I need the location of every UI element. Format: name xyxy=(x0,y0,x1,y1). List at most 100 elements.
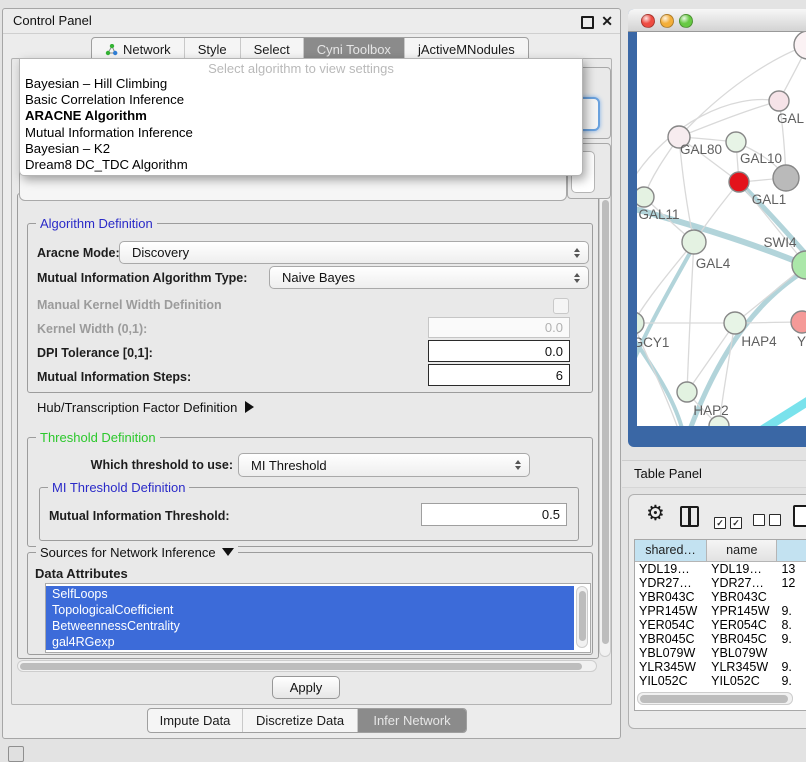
algorithm-option-aracne-algorithm[interactable]: ARACNE Algorithm xyxy=(20,108,582,124)
settings-horizontal-scrollbar[interactable] xyxy=(17,660,597,672)
table-cell: YDL19… xyxy=(635,562,707,576)
attribute-item-topologicalcoefficient[interactable]: TopologicalCoefficient xyxy=(46,602,574,618)
desktop: Control Panel ✕ NetworkStyleSelectCyni T… xyxy=(0,0,806,762)
table-cell: YER054C xyxy=(707,618,777,632)
table-row[interactable]: YLR345WYLR345W9. xyxy=(635,660,806,674)
table-cell: YBR043C xyxy=(707,590,777,604)
table-panel-body: ⚙ ✓✓ shared…name YDL19…YDL19…13YDR27…YDR… xyxy=(628,494,806,729)
stepper-arrows-icon xyxy=(574,248,580,258)
which-threshold-select[interactable]: MI Threshold xyxy=(238,453,530,477)
hub-definition-toggle[interactable]: Hub/Transcription Factor Definition xyxy=(37,400,254,415)
network-node-y[interactable] xyxy=(791,311,806,333)
sources-legend[interactable]: Sources for Network Inference xyxy=(36,545,238,560)
table-rows: YDL19…YDL19…13YDR27…YDR27…12YBR043CYBR04… xyxy=(635,562,806,686)
network-node-gal4[interactable] xyxy=(682,230,706,254)
network-node-hap4[interactable] xyxy=(724,312,746,334)
network-edge[interactable] xyxy=(679,101,779,137)
table-cell: YER054C xyxy=(635,618,707,632)
table-row[interactable]: YPR145WYPR145W9. xyxy=(635,604,806,618)
apply-button[interactable]: Apply xyxy=(272,676,340,699)
settings-vertical-scrollbar[interactable] xyxy=(599,193,611,657)
mi-threshold-legend: MI Threshold Definition xyxy=(48,480,189,495)
table-row[interactable]: YBR045CYBR045C9. xyxy=(635,632,806,646)
split-view-icon[interactable] xyxy=(680,506,699,527)
collapsed-panel-icon[interactable] xyxy=(8,746,24,762)
threshold-definition-legend: Threshold Definition xyxy=(36,430,160,445)
network-node-gal10[interactable] xyxy=(726,132,746,152)
network-edge[interactable] xyxy=(637,242,694,323)
float-icon[interactable] xyxy=(581,16,594,29)
node-table: shared…name YDL19…YDL19…13YDR27…YDR27…12… xyxy=(634,539,806,711)
column-header-3[interactable] xyxy=(777,540,806,561)
mi-type-select[interactable]: Naive Bayes xyxy=(269,266,589,289)
minimize-traffic-light-icon[interactable] xyxy=(660,14,674,28)
deselect-all-icon[interactable] xyxy=(753,513,785,531)
network-node-label: GAL1 xyxy=(752,192,787,207)
tab-impute-data[interactable]: Impute Data xyxy=(148,709,242,732)
table-row[interactable]: YER054CYER054C8. xyxy=(635,618,806,632)
network-node-label: HAP2 xyxy=(693,403,728,418)
attribute-item-selfloops[interactable]: SelfLoops xyxy=(46,586,574,602)
algorithm-option-bayesian-hill-climbing[interactable]: Bayesian – Hill Climbing xyxy=(20,76,582,92)
table-row[interactable]: YDL19…YDL19…13 xyxy=(635,562,806,576)
data-attributes-label: Data Attributes xyxy=(35,566,128,581)
new-column-icon[interactable] xyxy=(793,505,806,527)
network-edge[interactable] xyxy=(637,99,779,182)
close-icon[interactable]: ✕ xyxy=(601,12,613,30)
algorithm-dropdown-placeholder: Select algorithm to view settings xyxy=(20,61,582,76)
table-cell: 8. xyxy=(777,618,806,632)
gear-icon[interactable]: ⚙ xyxy=(646,501,665,526)
close-traffic-light-icon[interactable] xyxy=(641,14,655,28)
column-header-name[interactable]: name xyxy=(707,540,777,561)
which-threshold-label: Which threshold to use: xyxy=(79,458,233,472)
table-cell: YDL19… xyxy=(707,562,777,576)
table-horizontal-scrollbar[interactable] xyxy=(637,692,793,705)
network-node-gal1[interactable] xyxy=(729,172,749,192)
algorithm-option-dream8-dc-tdc-algorithm[interactable]: Dream8 DC_TDC Algorithm xyxy=(20,157,582,173)
network-window-titlebar[interactable] xyxy=(628,9,806,32)
network-node-gal[interactable] xyxy=(769,91,789,111)
network-node-gal11[interactable] xyxy=(637,187,654,207)
network-node-label: GCY1 xyxy=(637,335,669,350)
mi-threshold-label: Mutual Information Threshold: xyxy=(49,509,230,523)
mi-steps-input[interactable]: 6 xyxy=(428,364,570,386)
table-cell: YDR27… xyxy=(635,576,707,590)
network-node-hap2[interactable] xyxy=(677,382,697,402)
table-row[interactable]: YIL052CYIL052C9. xyxy=(635,674,806,686)
table-row[interactable]: YBL079WYBL079W xyxy=(635,646,806,660)
aracne-mode-select[interactable]: Discovery xyxy=(119,241,589,264)
network-node-gcy1[interactable] xyxy=(637,312,644,334)
collapse-arrow-icon xyxy=(222,548,234,556)
table-cell: YBL079W xyxy=(707,646,777,660)
table-cell: 12 xyxy=(777,576,806,590)
column-header-shared[interactable]: shared… xyxy=(635,540,707,561)
network-node[interactable] xyxy=(794,32,806,59)
algorithm-option-mutual-information-inference[interactable]: Mutual Information Inference xyxy=(20,125,582,141)
attribute-item-gal4rgexp[interactable]: gal4RGexp xyxy=(46,634,574,650)
table-cell: YBR045C xyxy=(635,632,707,646)
mi-threshold-input[interactable]: 0.5 xyxy=(421,503,567,526)
table-row[interactable]: YBR043CYBR043C xyxy=(635,590,806,604)
network-node-label: GAL11 xyxy=(638,207,679,222)
algorithm-option-bayesian-k2[interactable]: Bayesian – K2 xyxy=(20,141,582,157)
network-node-label: HAP4 xyxy=(741,334,777,349)
network-node[interactable] xyxy=(773,165,799,191)
manual-kernel-label: Manual Kernel Width Definition xyxy=(37,298,222,312)
attribute-item-betweennesscentrality[interactable]: BetweennessCentrality xyxy=(46,618,574,634)
dpi-tolerance-input[interactable]: 0.0 xyxy=(428,340,570,362)
table-cell: 13 xyxy=(777,562,806,576)
table-row[interactable]: YDR27…YDR27…12 xyxy=(635,576,806,590)
manual-kernel-checkbox[interactable] xyxy=(553,298,569,314)
network-canvas[interactable]: GALGAL80GAL10GAL1GAL11SWI4GAL4GCY1HAP4YH… xyxy=(637,32,806,426)
which-threshold-value: MI Threshold xyxy=(251,458,327,473)
tab-infer-network[interactable]: Infer Network xyxy=(357,709,466,732)
network-edge[interactable] xyxy=(759,398,806,426)
zoom-traffic-light-icon[interactable] xyxy=(679,14,693,28)
tab-discretize-data[interactable]: Discretize Data xyxy=(242,709,357,732)
network-edge[interactable] xyxy=(687,242,694,392)
network-node-label: GAL10 xyxy=(740,151,782,166)
network-node-label: GAL xyxy=(777,111,805,126)
select-all-icon[interactable]: ✓✓ xyxy=(714,513,746,531)
attribute-list-scrollbar[interactable] xyxy=(576,586,588,648)
algorithm-option-basic-correlation-inference[interactable]: Basic Correlation Inference xyxy=(20,92,582,108)
